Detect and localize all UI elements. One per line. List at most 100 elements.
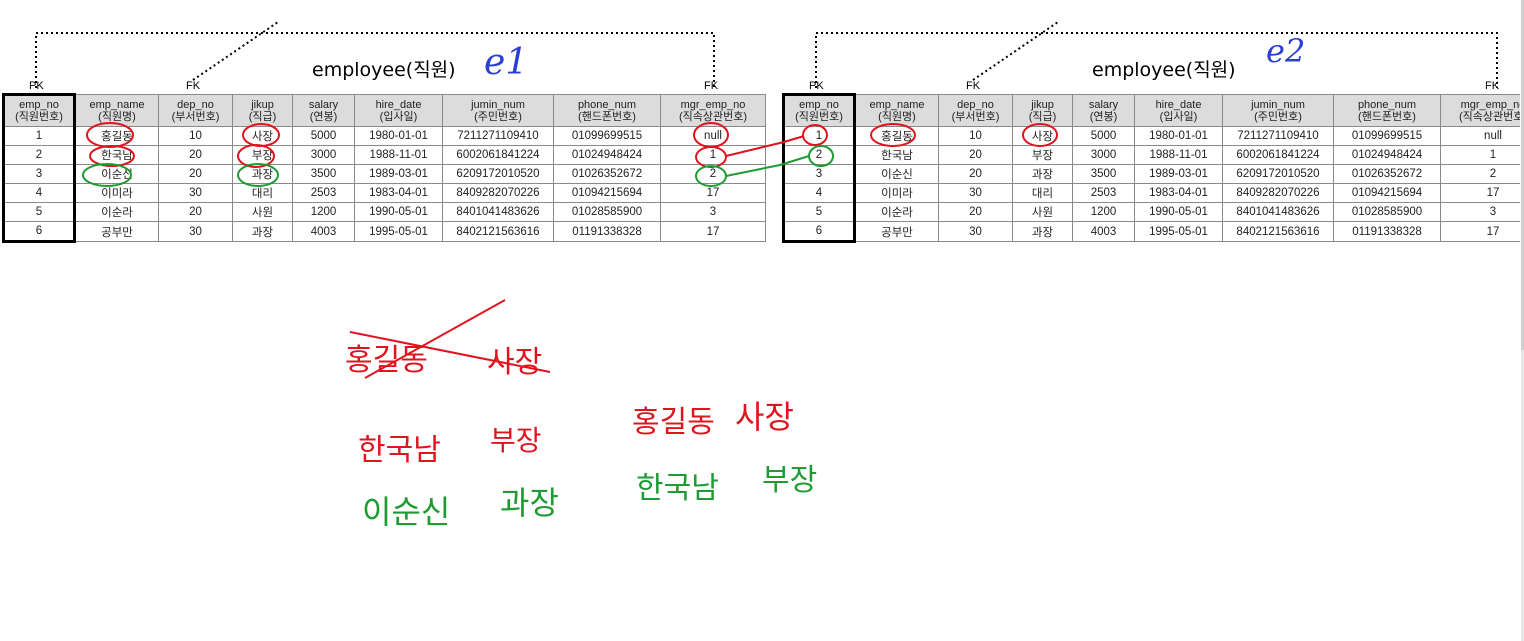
table-cell-mgr-emp-no: 3	[1440, 202, 1520, 222]
table-cell-jumin-num: 6209172010520	[1222, 164, 1334, 184]
table-cell-hire-date: 1989-03-01	[354, 164, 443, 184]
column-name: hire_date	[1155, 98, 1202, 111]
left-table-body: emp_no (직원번호) emp_name (직원명) dep_no (부서번호) jik…	[2, 93, 766, 243]
table-cell-dep-no: 20	[158, 202, 233, 222]
table-cell-mgr-emp-no: 3	[660, 202, 766, 222]
column-name: mgr_emp_no	[680, 98, 746, 111]
table-cell-jikup: 사원	[232, 202, 293, 222]
right-header-emp-name: emp_name (직원명)	[854, 94, 939, 127]
column-name: emp_name	[869, 98, 925, 111]
e2-label: e2	[1266, 32, 1305, 70]
column-korean-name: (입사일)	[379, 110, 418, 123]
table-cell-dep-no: 10	[938, 126, 1013, 146]
column-korean-name: (직원명)	[878, 110, 916, 123]
right-fk-dep-label: FK	[966, 80, 981, 92]
left-fk-mgr-label: FK	[704, 80, 719, 92]
table-cell-salary: 1200	[1072, 202, 1135, 222]
left-dep-connector	[192, 21, 279, 81]
right-header-row: emp_no (직원번호) emp_name (직원명) dep_no (부서번호) jik…	[782, 93, 1520, 127]
right-header-jikup: jikup (직급)	[1012, 94, 1073, 127]
column-name: salary	[1088, 98, 1119, 111]
right-pk-label: PK	[809, 80, 824, 92]
table-cell-dep-no: 30	[938, 183, 1013, 203]
table-cell-dep-no: 20	[938, 164, 1013, 184]
left-header-dep-no: dep_no (부서번호)	[158, 94, 233, 127]
left-header-emp-name: emp_name (직원명)	[74, 94, 159, 127]
table-cell-jikup: 과장	[232, 164, 293, 184]
table-cell-salary: 2503	[1072, 183, 1135, 203]
table-cell-hire-date: 1990-05-01	[1134, 202, 1223, 222]
pair2-name: 이순신	[362, 493, 450, 531]
table-cell-salary: 3500	[1072, 164, 1135, 184]
table-row: 3 이순신 20 과장 3500 1989-03-01 6209172010520 01026…	[2, 164, 766, 184]
table-row: 6 공부만 30 과장 4003 1995-05-01 8402121563616 01191…	[782, 221, 1520, 243]
right-header-jumin-num: jumin_num (주민번호)	[1222, 94, 1334, 127]
table-cell-jumin-num: 8409282070226	[1222, 183, 1334, 203]
right-table-body: emp_no (직원번호) emp_name (직원명) dep_no (부서번호) jik…	[782, 93, 1520, 243]
table-cell-salary: 4003	[292, 221, 355, 242]
table-cell-phone-num: 01099699515	[1333, 126, 1441, 146]
table-cell-emp-no: 3	[782, 164, 856, 184]
crossed-title: 사장	[487, 345, 542, 380]
left-header-emp-no: emp_no (직원번호)	[2, 93, 76, 127]
table-cell-emp-name: 공부만	[854, 221, 939, 242]
table-cell-jikup: 과장	[1012, 221, 1073, 242]
table-cell-hire-date: 1980-01-01	[1134, 126, 1223, 146]
table-cell-hire-date: 1990-05-01	[354, 202, 443, 222]
table-cell-salary: 5000	[1072, 126, 1135, 146]
column-korean-name: (직속상관번호)	[1458, 110, 1520, 123]
pair1-title: 부장	[490, 424, 542, 457]
table-cell-emp-name: 이순신	[74, 164, 159, 184]
table-cell-mgr-emp-no: 2	[1440, 164, 1520, 184]
table-row: 3 이순신 20 과장 3500 1989-03-01 6209172010520 01026…	[782, 164, 1520, 184]
table-cell-jumin-num: 8401041483626	[1222, 202, 1334, 222]
table-cell-mgr-emp-no: 2	[660, 164, 766, 184]
column-name: emp_name	[89, 98, 145, 111]
column-korean-name: (연봉)	[1089, 110, 1118, 123]
pair2-title: 과장	[500, 484, 559, 522]
table-cell-emp-name: 이순라	[854, 202, 939, 222]
table-cell-phone-num: 01024948424	[553, 145, 661, 165]
column-korean-name: (주민번호)	[474, 110, 522, 123]
table-cell-dep-no: 20	[938, 145, 1013, 165]
column-name: emp_no	[19, 99, 59, 111]
table-cell-emp-no: 3	[2, 164, 76, 184]
pair4-name: 한국남	[636, 471, 719, 506]
cross-line-1	[349, 331, 551, 373]
column-name: jumin_num	[471, 98, 525, 111]
table-cell-jumin-num: 8402121563616	[1222, 221, 1334, 242]
table-cell-dep-no: 20	[158, 164, 233, 184]
column-name: emp_no	[799, 99, 839, 111]
left-pk-label: PK	[29, 80, 44, 92]
table-cell-emp-name: 이순라	[74, 202, 159, 222]
table-row: 1 홍길동 10 사장 5000 1980-01-01 7211271109410 01099…	[782, 126, 1520, 146]
table-cell-phone-num: 01191338328	[553, 221, 661, 242]
crossed-name: 홍길동	[345, 343, 428, 378]
column-korean-name: (핸드폰번호)	[578, 110, 636, 123]
table-row: 1 홍길동 10 사장 5000 1980-01-01 7211271109410 01099…	[2, 126, 766, 146]
table-cell-hire-date: 1988-11-01	[1134, 145, 1223, 165]
column-korean-name: (부서번호)	[951, 110, 1000, 123]
column-name: jumin_num	[1251, 98, 1305, 111]
table-cell-emp-name: 홍길동	[854, 126, 939, 146]
left-header-hire-date: hire_date (입사일)	[354, 94, 443, 127]
right-table-clip: emp_no (직원번호) emp_name (직원명) dep_no (부서번호) jik…	[782, 93, 1520, 248]
table-cell-dep-no: 30	[158, 183, 233, 203]
table-cell-jumin-num: 6209172010520	[442, 164, 554, 184]
left-header-row: emp_no (직원번호) emp_name (직원명) dep_no (부서번호) jik…	[2, 93, 766, 127]
left-header-phone-num: phone_num (핸드폰번호)	[553, 94, 661, 127]
table-cell-emp-name: 한국남	[854, 145, 939, 165]
table-cell-phone-num: 01026352672	[1333, 164, 1441, 184]
table-cell-emp-no: 6	[2, 221, 76, 243]
pair1-name: 한국남	[358, 433, 441, 468]
column-name: phone_num	[1357, 98, 1417, 111]
left-header-jumin-num: jumin_num (주민번호)	[442, 94, 554, 127]
table-cell-mgr-emp-no: null	[1440, 126, 1520, 146]
right-header-hire-date: hire_date (입사일)	[1134, 94, 1223, 127]
table-cell-salary: 3000	[292, 145, 355, 165]
e1-label: e1	[484, 42, 528, 83]
column-korean-name: (연봉)	[309, 110, 338, 123]
table-cell-jumin-num: 7211271109410	[1222, 126, 1334, 146]
right-dep-connector	[972, 21, 1059, 81]
table-cell-jikup: 과장	[1012, 164, 1073, 184]
